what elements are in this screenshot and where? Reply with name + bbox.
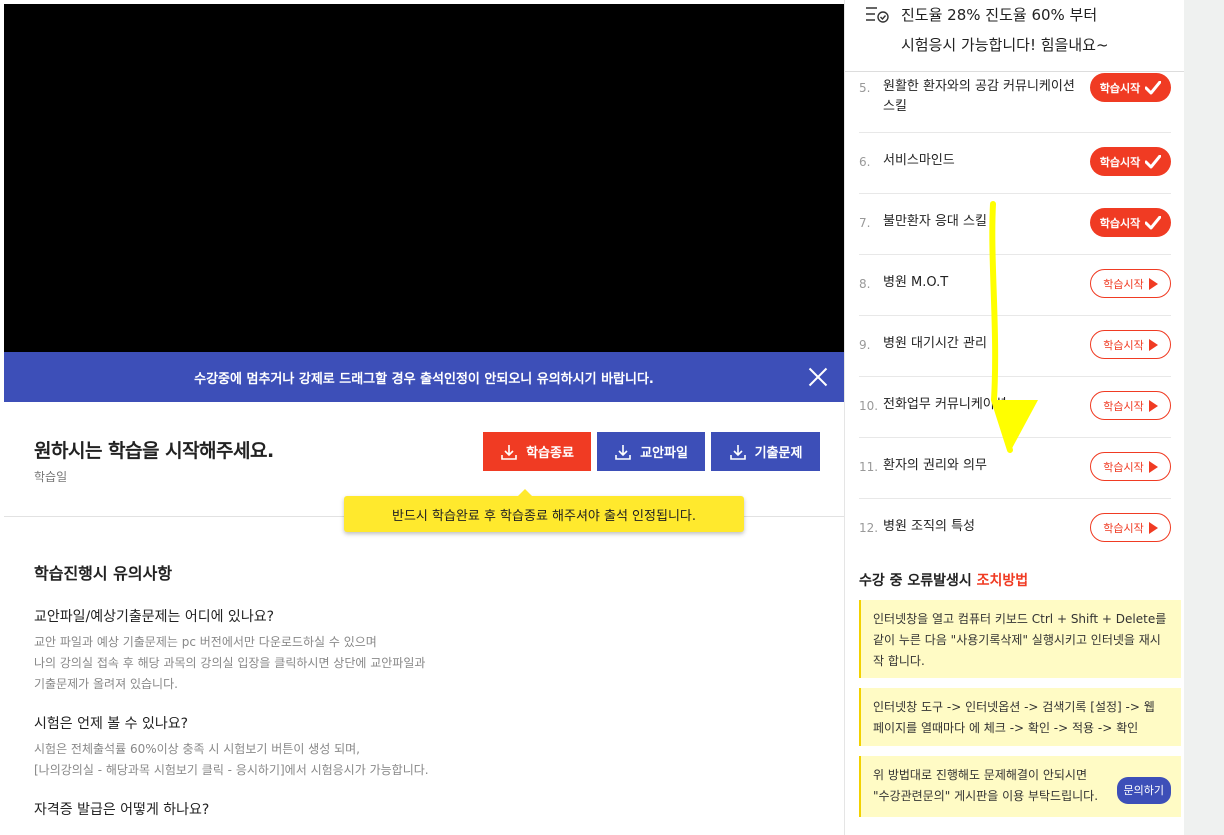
lesson-item: 5. 원활한 환자와의 공감 커뮤니케이션 스킬 학습시작 bbox=[859, 72, 1171, 133]
study-start-area: 원하시는 학습을 시작해주세요. 학습일 학습종료 교안파일 기출문제 반드시 … bbox=[4, 402, 844, 532]
lesson-number: 5. bbox=[859, 81, 871, 95]
lesson-number: 11. bbox=[859, 460, 879, 474]
play-icon bbox=[1148, 277, 1158, 290]
start-lesson-button[interactable]: 학습시작 bbox=[1090, 208, 1171, 237]
page-gutter bbox=[1184, 0, 1224, 835]
lesson-number: 7. bbox=[859, 216, 871, 230]
notice-bar: 수강중에 멈추거나 강제로 드래그할 경우 출석인정이 안되오니 유의하시기 바… bbox=[4, 352, 844, 402]
start-lesson-button[interactable]: 학습시작 bbox=[1090, 147, 1171, 176]
download-icon bbox=[615, 444, 631, 460]
guide-title: 학습진행시 유의사항 bbox=[34, 564, 173, 583]
faq-question: 교안파일/예상기출문제는 어디에 있나요? bbox=[34, 609, 275, 625]
faq-item: 시험은 언제 볼 수 있나요? 시험은 전체출석률 60%이상 충족 시 시험보… bbox=[34, 713, 834, 781]
lesson-title: 병원 조직의 특성 bbox=[883, 519, 975, 534]
lesson-title: 서비스마인드 bbox=[883, 153, 955, 168]
lesson-title: 전화업무 커뮤니케이션 bbox=[883, 397, 1007, 412]
start-lesson-button[interactable]: 학습시작 bbox=[1090, 452, 1171, 481]
play-icon bbox=[1148, 521, 1158, 534]
error-help-tip: 위 방법대로 진행해도 문제해결이 안되시면 "수강관련문의" 게시판을 이용 … bbox=[859, 756, 1181, 817]
error-help-tip: 인터넷창 도구 -> 인터넷옵션 -> 검색기록 [설정] -> 웹 페이지를 … bbox=[859, 688, 1181, 746]
faq-answer: 시험은 전체출석률 60%이상 충족 시 시험보기 버튼이 생성 되며, [나의… bbox=[34, 742, 429, 777]
lesson-number: 6. bbox=[859, 155, 871, 169]
progress-box: 진도율 28% 진도율 60% 부터 시험응시 가능합니다! 힘을내요~ bbox=[845, 0, 1185, 72]
faq-item: 자격증 발급은 어떻게 하나요? bbox=[34, 799, 834, 819]
lesson-number: 10. bbox=[859, 399, 879, 413]
download-icon bbox=[729, 444, 746, 460]
lesson-title: 원활한 환자와의 공감 커뮤니케이션 스킬 bbox=[883, 79, 1075, 114]
notice-text: 수강중에 멈추거나 강제로 드래그할 경우 출석인정이 안되오니 유의하시기 바… bbox=[194, 371, 654, 387]
download-icon bbox=[501, 444, 517, 460]
past-exam-button[interactable]: 기출문제 bbox=[711, 432, 820, 471]
right-panel: 진도율 28% 진도율 60% 부터 시험응시 가능합니다! 힘을내요~ 5. 원… bbox=[844, 0, 1185, 835]
check-icon bbox=[1145, 154, 1162, 168]
lesson-title: 병원 M.O.T bbox=[883, 275, 949, 290]
attendance-tooltip: 반드시 학습완료 후 학습종료 해주셔야 출석 인정됩니다. bbox=[344, 489, 744, 532]
checklist-icon bbox=[866, 7, 889, 23]
lesson-number: 9. bbox=[859, 338, 871, 352]
lecture-file-button[interactable]: 교안파일 bbox=[597, 432, 705, 471]
faq-answer: 교안 파일과 예상 기출문제는 pc 버전에서만 다운로드하실 수 있으며 나의… bbox=[34, 635, 426, 691]
play-icon bbox=[1148, 338, 1158, 351]
video-player[interactable] bbox=[4, 4, 844, 352]
check-icon bbox=[1145, 80, 1162, 94]
lesson-item: 9. 병원 대기시간 관리 학습시작 bbox=[859, 316, 1171, 377]
lesson-item: 12. 병원 조직의 특성 학습시작 bbox=[859, 499, 1171, 548]
lesson-list: 5. 원활한 환자와의 공감 커뮤니케이션 스킬 학습시작 6. 서비스마인드 학습시작 7… bbox=[859, 72, 1171, 548]
lesson-title: 환자의 권리와 의무 bbox=[883, 458, 987, 473]
end-study-button[interactable]: 학습종료 bbox=[483, 432, 591, 471]
progress-text: 진도율 28% 진도율 60% 부터 bbox=[901, 6, 1098, 24]
lesson-title: 병원 대기시간 관리 bbox=[883, 336, 987, 351]
lesson-item: 8. 병원 M.O.T 학습시작 bbox=[859, 255, 1171, 316]
page-title: 원하시는 학습을 시작해주세요. bbox=[34, 440, 274, 462]
study-guide: 학습진행시 유의사항 교안파일/예상기출문제는 어디에 있나요? 교안 파일과 … bbox=[34, 560, 834, 835]
lesson-number: 8. bbox=[859, 277, 871, 291]
lesson-item: 11. 환자의 권리와 의무 학습시작 bbox=[859, 438, 1171, 499]
lesson-item: 6. 서비스마인드 학습시작 bbox=[859, 133, 1171, 194]
faq-question: 자격증 발급은 어떻게 하나요? bbox=[34, 802, 210, 818]
inquiry-button[interactable]: 문의하기 bbox=[1116, 777, 1171, 804]
lesson-number: 12. bbox=[859, 521, 879, 535]
faq-question: 시험은 언제 볼 수 있나요? bbox=[34, 716, 189, 732]
progress-text-2: 시험응시 가능합니다! 힘을내요~ bbox=[901, 36, 1109, 54]
check-icon bbox=[1145, 215, 1162, 229]
lesson-item: 7. 불만환자 응대 스킬 학습시작 bbox=[859, 194, 1171, 255]
error-help-title: 수강 중 오류발생시 조치방법 bbox=[859, 573, 1029, 589]
error-help-tip: 인터넷창을 열고 컴퓨터 키보드 Ctrl + Shift + Delete를 … bbox=[859, 600, 1181, 678]
start-lesson-button[interactable]: 학습시작 bbox=[1090, 330, 1171, 359]
start-lesson-button[interactable]: 학습시작 bbox=[1090, 269, 1171, 298]
study-date-label: 학습일 bbox=[34, 470, 68, 484]
play-icon bbox=[1148, 460, 1158, 473]
start-lesson-button[interactable]: 학습시작 bbox=[1090, 391, 1171, 420]
start-lesson-button[interactable]: 학습시작 bbox=[1090, 73, 1171, 102]
close-icon[interactable] bbox=[808, 367, 828, 387]
lesson-title: 불만환자 응대 스킬 bbox=[883, 214, 987, 229]
faq-item: 교안파일/예상기출문제는 어디에 있나요? 교안 파일과 예상 기출문제는 pc… bbox=[34, 606, 834, 695]
start-lesson-button[interactable]: 학습시작 bbox=[1090, 513, 1171, 542]
play-icon bbox=[1148, 399, 1158, 412]
lesson-item: 10. 전화업무 커뮤니케이션 학습시작 bbox=[859, 377, 1171, 438]
